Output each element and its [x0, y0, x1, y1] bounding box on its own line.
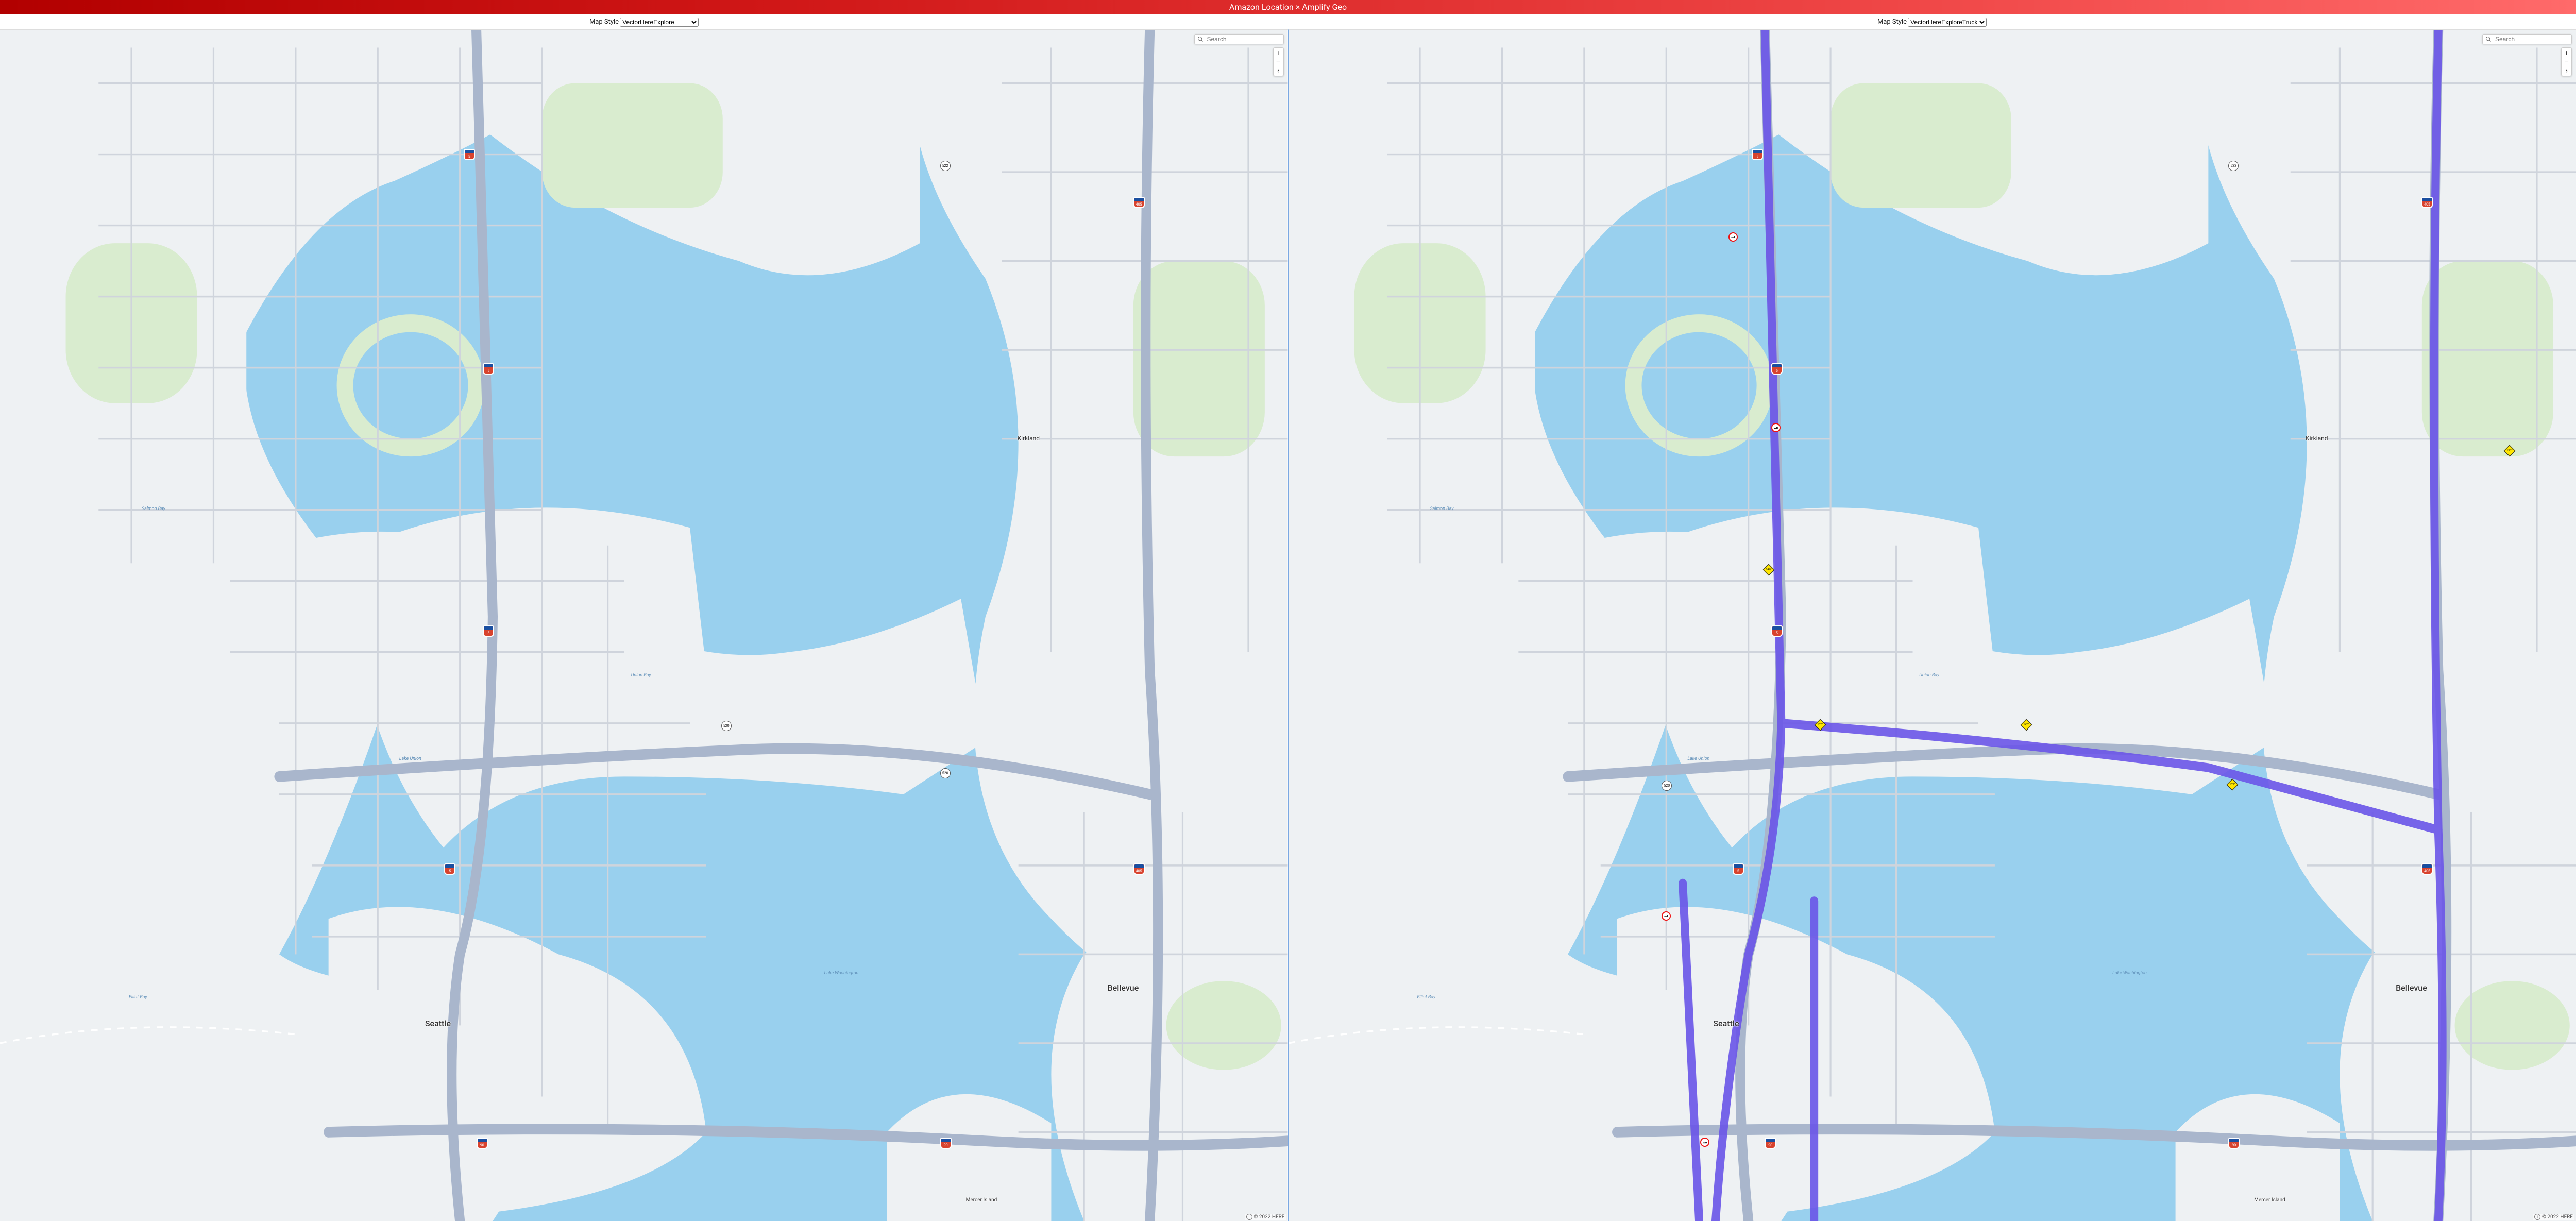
map-base-right	[1289, 30, 2576, 1221]
search-icon	[1197, 36, 1204, 42]
compass-button[interactable]	[2562, 66, 2571, 76]
compass-button[interactable]	[1274, 66, 1283, 76]
attribution-right: i © 2022 HERE	[2533, 1214, 2574, 1220]
map-style-select-right[interactable]: VectorHereExploreVectorHereExploreTruck	[1908, 18, 1987, 27]
search-input-right[interactable]	[2494, 35, 2569, 43]
attribution-text: © 2022 HERE	[2542, 1214, 2573, 1220]
zoom-out-button[interactable]: −	[1274, 57, 1283, 66]
info-icon[interactable]: i	[2534, 1214, 2540, 1220]
map-left[interactable]: Seattle Bellevue Kirkland Mercer Island …	[0, 29, 1288, 1221]
style-label-left: Map Style	[589, 18, 619, 26]
search-icon	[2485, 36, 2492, 42]
map-base-left	[0, 30, 1288, 1221]
page-header: Amazon Location × Amplify Geo	[0, 0, 2576, 14]
style-control-left: Map Style VectorHereExploreVectorHereExp…	[0, 14, 1288, 29]
zoom-out-button[interactable]: −	[2562, 57, 2571, 66]
map-style-select-left[interactable]: VectorHereExploreVectorHereExploreTruck	[620, 18, 699, 27]
map-right[interactable]: Seattle Bellevue Kirkland Mercer Island …	[1288, 29, 2576, 1221]
page-title: Amazon Location × Amplify Geo	[1229, 2, 1347, 12]
attribution-left: i © 2022 HERE	[1245, 1214, 1286, 1220]
style-control-right: Map Style VectorHereExploreVectorHereExp…	[1288, 14, 2576, 29]
search-input-left[interactable]	[1206, 35, 1281, 43]
attribution-text: © 2022 HERE	[1254, 1214, 1285, 1220]
info-icon[interactable]: i	[1246, 1214, 1252, 1220]
search-box-left[interactable]	[1194, 34, 1284, 44]
search-box-right[interactable]	[2482, 34, 2572, 44]
style-label-right: Map Style	[1877, 18, 1907, 26]
maps-container: Seattle Bellevue Kirkland Mercer Island …	[0, 29, 2576, 1221]
nav-controls-right: + −	[2561, 47, 2572, 76]
zoom-in-button[interactable]: +	[2562, 48, 2571, 57]
zoom-in-button[interactable]: +	[1274, 48, 1283, 57]
nav-controls-left: + −	[1273, 47, 1284, 76]
style-bar: Map Style VectorHereExploreVectorHereExp…	[0, 14, 2576, 29]
